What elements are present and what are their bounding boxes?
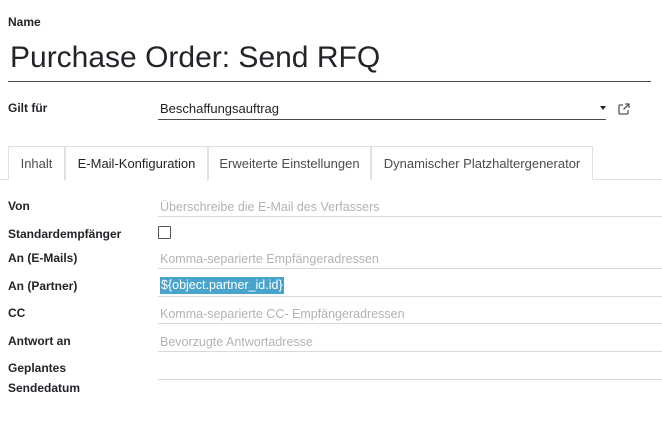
to-partner-label: An (Partner) [8, 279, 78, 293]
name-label: Name [8, 15, 41, 29]
applies-to-select[interactable]: Beschaffungsauftrag [158, 98, 606, 120]
cc-input[interactable]: Komma-separierte CC- Empfängeradressen [158, 302, 662, 324]
to-emails-input[interactable]: Komma-separierte Empfängeradressen [158, 247, 662, 269]
to-emails-label: An (E-Mails) [8, 251, 78, 265]
reply-to-placeholder: Bevorzugte Antwortadresse [160, 335, 313, 349]
tab-advanced-settings[interactable]: Erweiterte Einstellungen [208, 146, 371, 180]
scheduled-date-label-line2: Sendedatum [8, 381, 81, 395]
tab-content[interactable]: Inhalt [8, 146, 65, 180]
external-link-icon[interactable] [617, 102, 631, 116]
tab-bar: Inhalt E-Mail-Konfiguration Erweiterte E… [0, 146, 662, 181]
from-label: Von [8, 199, 30, 213]
default-recipients-checkbox[interactable] [158, 226, 171, 239]
tab-dynamic-placeholder-generator[interactable]: Dynamischer Platzhaltergenerator [371, 146, 593, 180]
applies-to-value: Beschaffungsauftrag [160, 101, 280, 116]
caret-down-icon[interactable] [600, 106, 606, 110]
from-input[interactable]: Überschreibe die E-Mail des Verfassers [158, 195, 662, 217]
reply-to-input[interactable]: Bevorzugte Antwortadresse [158, 330, 662, 352]
to-partner-input[interactable]: ${object.partner_id.id} [158, 275, 662, 297]
reply-to-label: Antwort an [8, 334, 71, 348]
page-title: Purchase Order: Send RFQ [10, 41, 381, 74]
applies-to-label: Gilt für [8, 101, 48, 115]
from-placeholder: Überschreibe die E-Mail des Verfassers [160, 200, 380, 214]
cc-label: CC [8, 306, 26, 320]
scheduled-date-label-line1: Geplantes [8, 361, 67, 375]
default-recipients-label: Standardempfänger [8, 227, 122, 241]
tab-email-configuration[interactable]: E-Mail-Konfiguration [65, 146, 208, 181]
scheduled-date-input[interactable] [158, 358, 662, 380]
cc-placeholder: Komma-separierte CC- Empfängeradressen [160, 307, 405, 321]
to-partner-value: ${object.partner_id.id} [160, 277, 284, 294]
title-input[interactable]: Purchase Order: Send RFQ [8, 34, 651, 82]
to-emails-placeholder: Komma-separierte Empfängeradressen [160, 252, 379, 266]
